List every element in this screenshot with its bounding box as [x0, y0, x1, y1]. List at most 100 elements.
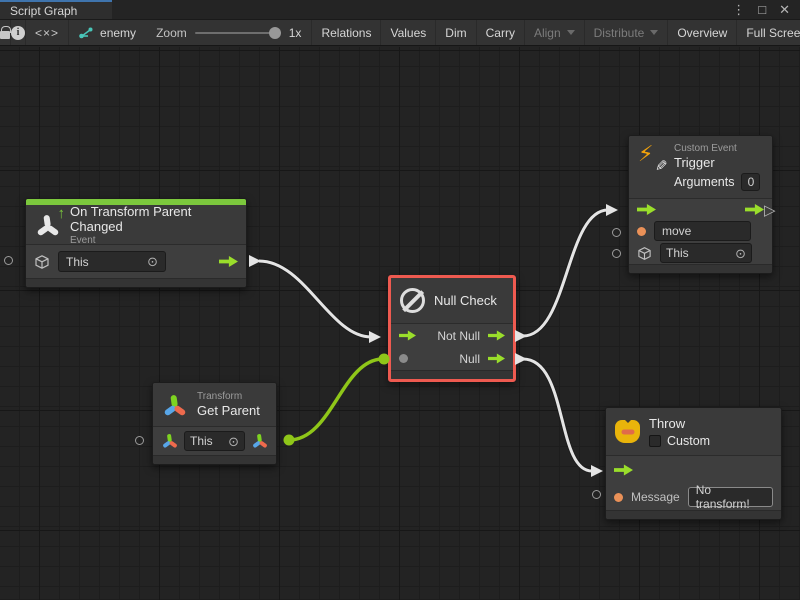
message-field[interactable]: No transform!: [688, 487, 773, 507]
not-null-output-port[interactable]: [488, 330, 505, 342]
arguments-field[interactable]: 0: [741, 173, 760, 191]
string-input-port[interactable]: [637, 227, 646, 236]
event-name-field[interactable]: move: [654, 221, 751, 241]
transform-event-icon: ↑: [35, 212, 61, 237]
transform-input-port[interactable]: [161, 433, 178, 449]
zoom-slider-handle[interactable]: [269, 27, 281, 39]
node-title: Trigger: [674, 155, 760, 170]
flow-input-port[interactable]: [614, 464, 633, 477]
node-get-parent[interactable]: Transform Get Parent This ⊙: [152, 382, 277, 465]
wire-notnull-to-trigger: [523, 210, 608, 336]
node-trigger-custom-event[interactable]: ⚡ ✎ Custom Event Trigger Arguments 0: [628, 135, 773, 274]
unconnected-value-port[interactable]: [135, 436, 144, 445]
transform-output-port[interactable]: [251, 433, 268, 449]
event-name-value: move: [662, 224, 691, 238]
message-label: Message: [631, 490, 680, 504]
inspect-button[interactable]: [11, 20, 26, 45]
this-field[interactable]: This ⊙: [58, 251, 166, 272]
chevron-down-icon: [650, 30, 658, 35]
node-on-transform-parent-changed[interactable]: ↑ On Transform Parent Changed Event This…: [25, 198, 247, 288]
distribute-label: Distribute: [594, 26, 645, 40]
custom-checkbox[interactable]: [649, 435, 661, 447]
code-preview-button[interactable]: <×>: [26, 20, 69, 45]
tab-bar: Script Graph ⋮ □ ✕: [0, 0, 800, 19]
flow-row: [629, 199, 772, 220]
unconnected-value-port[interactable]: [612, 228, 621, 237]
tab-script-graph[interactable]: Script Graph: [0, 0, 112, 19]
not-null-row: Not Null: [391, 324, 513, 347]
graph-icon: [79, 26, 94, 39]
unconnected-value-port[interactable]: [612, 249, 621, 258]
graph-canvas[interactable]: ↑ On Transform Parent Changed Event This…: [0, 47, 800, 600]
script-graph-window: Script Graph ⋮ □ ✕ <×> enemy Zoom 1x: [0, 0, 800, 600]
flow-input-port[interactable]: [399, 330, 416, 342]
custom-label: Custom: [667, 434, 710, 448]
node-header: ↑ On Transform Parent Changed Event: [26, 205, 246, 245]
null-row: Null: [391, 347, 513, 370]
value-input-port[interactable]: [399, 354, 408, 363]
zoom-value: 1x: [289, 26, 302, 40]
message-row: Message No transform!: [606, 484, 781, 510]
info-icon: [11, 26, 25, 40]
unconnected-value-port[interactable]: [592, 490, 601, 499]
null-output-port[interactable]: [488, 353, 505, 365]
distribute-button[interactable]: Distribute: [584, 20, 668, 45]
lock-button[interactable]: [0, 20, 11, 45]
zoom-slider[interactable]: [195, 32, 281, 34]
node-row: This ⊙: [26, 245, 246, 278]
node-row: This ⊙: [153, 427, 276, 455]
chevron-down-icon: [567, 30, 575, 35]
this-field[interactable]: This ⊙: [184, 431, 245, 451]
relations-button[interactable]: Relations: [311, 20, 380, 45]
string-input-port[interactable]: [614, 493, 623, 502]
align-label: Align: [534, 26, 561, 40]
target-picker-icon[interactable]: ⊙: [228, 435, 239, 448]
node-title: Throw: [649, 416, 710, 431]
window-controls: ⋮ □ ✕: [732, 0, 800, 19]
node-throw[interactable]: Throw Custom Message No transform!: [605, 407, 782, 520]
menu-icon[interactable]: ⋮: [732, 3, 745, 16]
wire-event-to-nullcheck: [259, 261, 371, 337]
target-picker-icon[interactable]: ⊙: [147, 255, 158, 268]
node-footer: [26, 278, 246, 287]
overview-button[interactable]: Overview: [667, 20, 736, 45]
node-subtitle: Event: [70, 235, 237, 246]
transform-icon: [162, 392, 188, 417]
dim-button[interactable]: Dim: [435, 20, 475, 45]
unconnected-value-port[interactable]: [4, 256, 13, 265]
carry-button[interactable]: Carry: [476, 20, 524, 45]
this-field[interactable]: This ⊙: [660, 243, 752, 263]
lock-icon: [0, 31, 10, 39]
event-name-row: move: [629, 220, 772, 242]
toolbar: <×> enemy Zoom 1x Relations Values Dim C…: [0, 19, 800, 46]
graph-breadcrumb[interactable]: enemy: [69, 20, 146, 45]
wire-null-to-throw: [523, 359, 592, 471]
tab-title: Script Graph: [10, 4, 77, 18]
this-value: This: [66, 255, 89, 269]
node-null-check[interactable]: Null Check Not Null Null: [388, 275, 516, 382]
fullscreen-label: Full Screen: [746, 26, 800, 40]
gameobject-cube-icon: [34, 254, 50, 270]
fullscreen-button[interactable]: Full Screen: [736, 20, 800, 45]
node-surtitle: Custom Event: [674, 143, 760, 154]
values-button[interactable]: Values: [380, 20, 435, 45]
null-label: Null: [459, 352, 480, 366]
node-header: Transform Get Parent: [153, 383, 276, 427]
node-title: On Transform Parent Changed: [70, 204, 237, 234]
align-button[interactable]: Align: [524, 20, 584, 45]
node-header: Null Check: [391, 278, 513, 324]
flow-output-port[interactable]: [745, 203, 764, 216]
maximize-icon[interactable]: □: [758, 3, 766, 16]
toolbar-right-buttons: Relations Values Dim Carry Align Distrib…: [311, 20, 800, 45]
unconnected-flow-port[interactable]: ▷: [764, 203, 776, 218]
zoom-label: Zoom: [156, 26, 187, 40]
node-surtitle: Transform: [197, 391, 260, 402]
custom-event-bolt-icon: ⚡ ✎: [638, 143, 665, 173]
flow-output-port[interactable]: [219, 255, 238, 268]
node-footer: [153, 455, 276, 464]
close-icon[interactable]: ✕: [779, 3, 790, 16]
flow-input-port[interactable]: [637, 203, 656, 216]
target-picker-icon[interactable]: ⊙: [735, 247, 746, 260]
overview-label: Overview: [677, 26, 727, 40]
target-row: This ⊙: [629, 242, 772, 264]
